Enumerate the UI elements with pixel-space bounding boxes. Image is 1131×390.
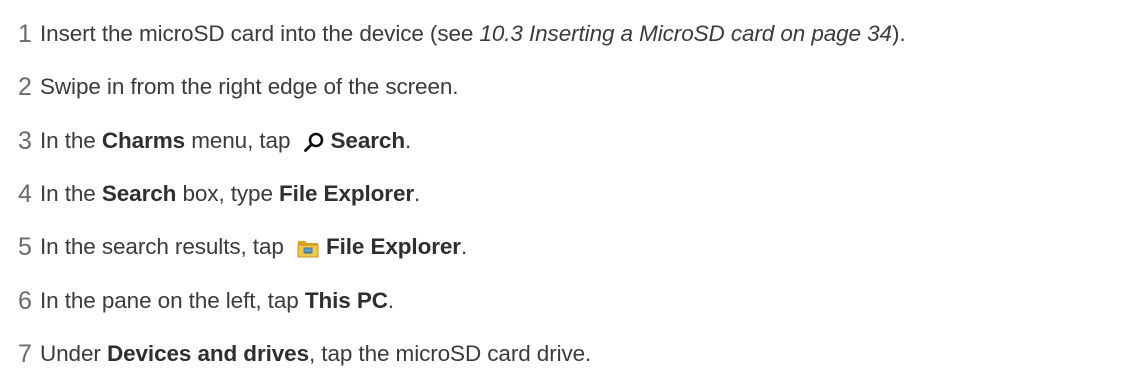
step-5: 5 In the search results, tap File Explor… (0, 227, 467, 267)
search-box-label: Search (101, 181, 177, 206)
search-label: Search (330, 128, 406, 153)
step-number: 7 (18, 339, 32, 368)
step-1: 1 Insert the microSD card into the devic… (0, 14, 906, 54)
folder-icon (296, 237, 320, 259)
step-3: 3 In the Charms menu, tap Search. (0, 121, 411, 161)
step-4: 4 In the Search box, type File Explorer. (0, 174, 420, 214)
step-number: 1 (18, 19, 32, 48)
step-number: 6 (18, 286, 32, 315)
step-text: In the Search box, type File Explorer. (40, 181, 421, 206)
step-text: In the search results, tap File Explorer… (40, 234, 468, 259)
step-number: 2 (18, 72, 32, 101)
this-pc-label: This PC (304, 288, 388, 313)
instruction-steps: 1 Insert the microSD card into the devic… (0, 0, 1131, 390)
file-explorer-label: File Explorer (325, 234, 461, 259)
step-text: Under Devices and drives, tap the microS… (40, 341, 592, 366)
step-text: Swipe in from the right edge of the scre… (40, 74, 459, 99)
step-7: 7 Under Devices and drives, tap the micr… (0, 334, 591, 374)
file-explorer-term: File Explorer (279, 181, 415, 206)
step-2: 2 Swipe in from the right edge of the sc… (0, 67, 459, 107)
step-text: In the Charms menu, tap Search. (40, 128, 412, 153)
charms-label: Charms (101, 128, 186, 153)
devices-and-drives-label: Devices and drives (106, 341, 309, 366)
step-number: 3 (18, 126, 32, 155)
step-number: 5 (18, 232, 32, 261)
step-6: 6 In the pane on the left, tap This PC. (0, 281, 394, 321)
cross-reference-link[interactable]: 10.3 Inserting a MicroSD card on page 34 (479, 21, 892, 46)
search-icon (303, 131, 325, 153)
step-number: 4 (18, 179, 32, 208)
step-text: In the pane on the left, tap This PC. (40, 288, 395, 313)
step-text: Insert the microSD card into the device … (40, 21, 906, 46)
